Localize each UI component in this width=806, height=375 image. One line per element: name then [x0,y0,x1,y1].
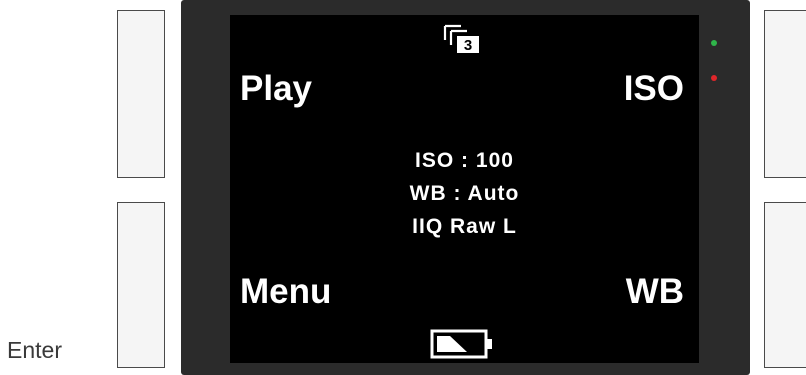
camera-display: 3 Play ISO ISO : 100 WB : Auto IIQ Raw L… [230,15,699,363]
status-led-green [711,40,717,46]
format-value: IIQ Raw L [412,215,517,238]
status-led-red [711,75,717,81]
bottom-right-hardware-button[interactable] [764,202,806,368]
battery-icon [430,329,492,359]
wb-softkey[interactable]: WB [626,274,684,309]
play-softkey[interactable]: Play [240,71,312,106]
top-left-hardware-button[interactable] [117,10,165,178]
enter-label: Enter [7,337,62,363]
stack-count: 3 [464,37,472,54]
top-right-hardware-button[interactable] [764,10,806,178]
iso-value: ISO : 100 [415,149,514,172]
iso-softkey[interactable]: ISO [624,71,684,106]
menu-softkey[interactable]: Menu [240,274,331,309]
wb-value: WB : Auto [409,182,520,205]
settings-summary: ISO : 100 WB : Auto IIQ Raw L [230,144,699,243]
image-stack-icon: 3 [443,24,479,54]
bottom-left-hardware-button[interactable] [117,202,165,368]
